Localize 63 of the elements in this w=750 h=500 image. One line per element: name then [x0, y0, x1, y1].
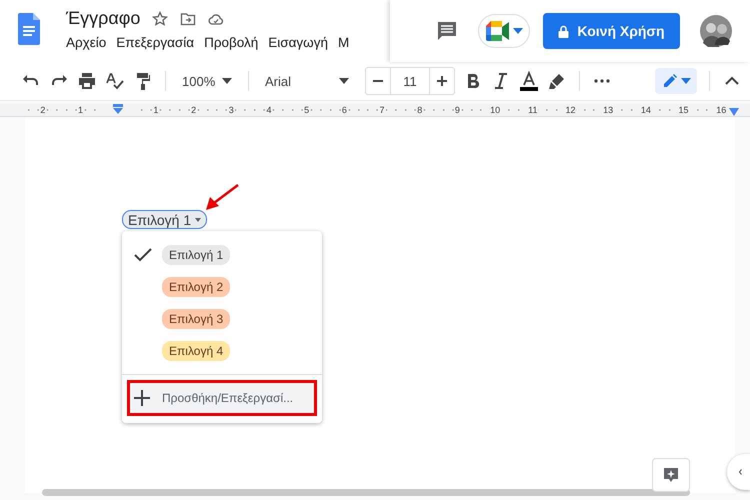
comment-icon[interactable]	[436, 20, 458, 42]
menu-item[interactable]: Μ	[338, 35, 350, 50]
pencil-icon	[662, 73, 678, 89]
zoom-dropdown[interactable]: 100%	[178, 74, 236, 88]
ruler-number: 1	[152, 105, 160, 115]
indent-marker-icon[interactable]	[729, 108, 739, 116]
explore-button[interactable]	[652, 458, 690, 492]
highlighter-icon[interactable]	[547, 71, 567, 91]
ruler-number: 15	[678, 105, 690, 115]
spellcheck-icon[interactable]	[105, 71, 125, 91]
ruler-number: 4	[265, 105, 272, 115]
ruler-number: 16	[715, 105, 728, 115]
ruler-number: 8	[416, 105, 424, 115]
caret-icon	[339, 78, 349, 84]
option-tag[interactable]: Επιλογή 2	[162, 277, 230, 297]
dropdown-chip[interactable]: Επιλογή 1	[122, 210, 208, 229]
caret-icon	[512, 28, 522, 34]
video-camera-icon	[486, 21, 510, 41]
ruler-number: 9	[454, 105, 461, 115]
ruler-number: 10	[489, 105, 502, 115]
plus-icon	[134, 390, 150, 406]
option-tag[interactable]: Επιλογή 3	[162, 309, 230, 329]
option-tag[interactable]: Επιλογή 1	[162, 245, 230, 265]
font-size-field[interactable]: 11	[390, 68, 430, 94]
star-icon[interactable]	[152, 10, 168, 26]
ruler-number: 12	[564, 105, 576, 115]
sparkle-icon	[663, 467, 679, 483]
ruler-number: 11	[527, 105, 538, 115]
font-dropdown[interactable]: Arial	[261, 74, 353, 88]
lock-icon	[558, 24, 570, 38]
ruler-number: 2	[190, 105, 198, 115]
ruler-number: 3	[228, 105, 235, 115]
folder-icon[interactable]	[180, 10, 196, 26]
ruler-number: 14	[640, 105, 652, 115]
indent-marker-icon[interactable]	[113, 104, 124, 114]
option-tag[interactable]: Επιλογή 4	[162, 341, 230, 361]
meet-button[interactable]	[478, 14, 530, 48]
document-title[interactable]: Έγγραφο	[66, 8, 140, 29]
ruler-number: 1	[77, 105, 84, 115]
chevron-left-icon	[737, 469, 744, 475]
caret-icon	[195, 218, 202, 222]
ruler-number: 2	[39, 105, 46, 115]
print-icon[interactable]	[77, 71, 97, 91]
font-size-control[interactable]: 11	[365, 67, 455, 95]
caret-icon	[680, 78, 690, 84]
share-button[interactable]: Κοινή Χρήση	[543, 13, 680, 49]
plus-icon	[437, 76, 447, 86]
docs-icon[interactable]	[18, 13, 40, 45]
add-edit-item[interactable]: Προσθήκη/Επεξεργασί...	[128, 381, 316, 415]
ruler-number: 13	[602, 105, 614, 115]
caret-icon	[222, 78, 232, 84]
ruler-number: 6	[340, 105, 348, 115]
minus-icon	[373, 80, 383, 82]
editing-mode-button[interactable]	[655, 68, 697, 94]
menu-item[interactable]: Αρχείο	[66, 35, 106, 50]
ruler-number: 5	[303, 105, 310, 115]
menu-item[interactable]: Προβολή	[204, 35, 258, 50]
scrollbar[interactable]	[42, 489, 690, 496]
avatar[interactable]	[700, 15, 732, 47]
text-color-icon[interactable]	[519, 71, 539, 91]
ruler-number: 7	[378, 105, 386, 115]
menu-item[interactable]: Εισαγωγή	[268, 35, 328, 50]
menu-item[interactable]: Επεξεργασία	[116, 35, 194, 50]
